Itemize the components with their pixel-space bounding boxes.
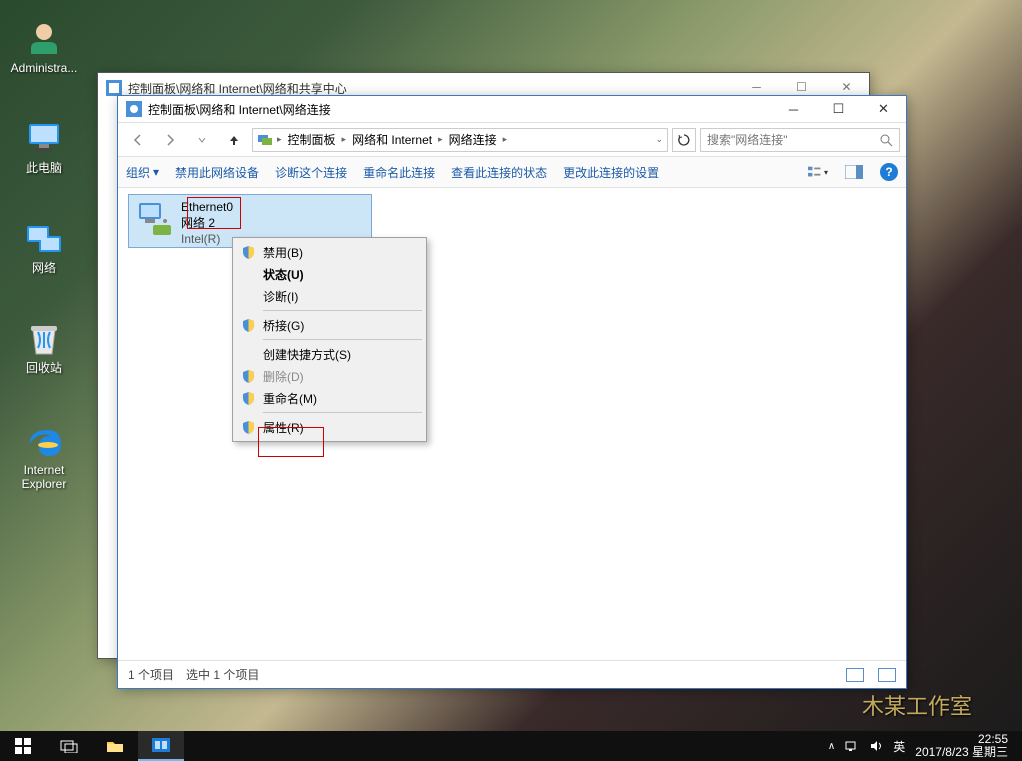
desktop-icon-administra[interactable]: Administra... [8, 18, 80, 76]
recent-dropdown[interactable] [188, 127, 216, 153]
icon-label: 回收站 [8, 362, 80, 376]
task-view-button[interactable] [46, 731, 92, 761]
menu-item[interactable]: 桥接(G) [235, 314, 424, 336]
preview-pane-button[interactable] [844, 162, 864, 182]
organize-button[interactable]: 组织 ▾ [126, 164, 159, 181]
shield-icon [241, 318, 256, 333]
menu-separator [263, 310, 422, 311]
adapter-name: Ethernet0 [181, 199, 233, 215]
disable-device-button[interactable]: 禁用此网络设备 [175, 164, 259, 181]
view-options-button[interactable]: ▾ [808, 162, 828, 182]
taskbar[interactable]: ∧ 英 22:55 2017/8/23 星期三 [0, 731, 1022, 761]
icon [23, 318, 65, 360]
search-icon [879, 133, 893, 147]
selected-count: 选中 1 个项目 [186, 666, 259, 683]
up-button[interactable] [220, 127, 248, 153]
menu-item-label: 诊断(I) [263, 288, 298, 305]
menu-item-label: 重命名(M) [263, 390, 317, 407]
close-button[interactable]: ✕ [861, 96, 906, 122]
icon [23, 420, 65, 462]
view-status-button[interactable]: 查看此连接的状态 [451, 164, 547, 181]
system-tray: ∧ 英 22:55 2017/8/23 星期三 [820, 733, 1022, 759]
menu-item-label: 禁用(B) [263, 244, 303, 261]
icon [23, 118, 65, 160]
desktop-icon-[interactable]: 网络 [8, 218, 80, 276]
menu-separator [263, 339, 422, 340]
window-title: 控制面板\网络和 Internet\网络连接 [148, 101, 331, 118]
menu-item[interactable]: 创建快捷方式(S) [235, 343, 424, 365]
menu-item[interactable]: 重命名(M) [235, 387, 424, 409]
address-bar[interactable]: ▸ 控制面板 ▸ 网络和 Internet ▸ 网络连接 ▸ ⌄ [252, 128, 668, 152]
desktop-icon-[interactable]: 此电脑 [8, 118, 80, 176]
context-menu: 禁用(B) 状态(U) 诊断(I) 桥接(G) 创建快捷方式(S) 删除(D) 重命名(M)… [232, 237, 427, 442]
control-panel-taskbar-button[interactable] [138, 731, 184, 761]
ime-indicator[interactable]: 英 [893, 738, 905, 755]
shield-icon [241, 369, 256, 384]
navigation-bar: ▸ 控制面板 ▸ 网络和 Internet ▸ 网络连接 ▸ ⌄ 搜索"网络连接… [118, 122, 906, 156]
adapter-network: 网络 2 [181, 215, 233, 231]
network-adapter-icon [135, 199, 175, 239]
tray-expand-icon[interactable]: ∧ [828, 741, 835, 752]
watermark: 木某工作室 [862, 689, 972, 721]
status-bar: 1 个项目 选中 1 个项目 [118, 660, 906, 688]
menu-item-label: 创建快捷方式(S) [263, 346, 351, 363]
item-count: 1 个项目 [128, 666, 174, 683]
menu-item-label: 删除(D) [263, 368, 304, 385]
breadcrumb-item[interactable]: 网络连接 [443, 131, 503, 148]
chevron-down-icon: ▾ [153, 165, 159, 179]
shield-icon [241, 420, 256, 435]
volume-icon[interactable] [869, 739, 883, 753]
desktop-icon-[interactable]: 回收站 [8, 318, 80, 376]
search-placeholder: 搜索"网络连接" [707, 131, 788, 148]
details-view-icon[interactable] [846, 668, 864, 682]
icon-label: 网络 [8, 262, 80, 276]
help-button[interactable]: ? [880, 163, 898, 181]
network-connections-icon [257, 132, 273, 148]
search-input[interactable]: 搜索"网络连接" [700, 128, 900, 152]
icon [23, 18, 65, 60]
back-button[interactable] [124, 127, 152, 153]
shield-icon [241, 245, 256, 260]
menu-item-label: 桥接(G) [263, 317, 304, 334]
menu-separator [263, 412, 422, 413]
breadcrumb-item[interactable]: 控制面板 [282, 131, 342, 148]
diagnose-button[interactable]: 诊断这个连接 [275, 164, 347, 181]
icon [23, 218, 65, 260]
menu-item[interactable]: 诊断(I) [235, 285, 424, 307]
menu-item: 删除(D) [235, 365, 424, 387]
menu-item-label: 状态(U) [263, 266, 304, 283]
menu-item[interactable]: 状态(U) [235, 263, 424, 285]
control-panel-icon [126, 101, 142, 117]
menu-item-label: 属性(R) [263, 419, 304, 436]
start-button[interactable] [0, 731, 46, 761]
command-bar: 组织 ▾ 禁用此网络设备 诊断这个连接 重命名此连接 查看此连接的状态 更改此连… [118, 156, 906, 188]
clock-date: 2017/8/23 星期三 [915, 746, 1008, 759]
window-title: 控制面板\网络和 Internet\网络和共享中心 [128, 80, 347, 97]
shield-icon [241, 391, 256, 406]
taskbar-clock[interactable]: 22:55 2017/8/23 星期三 [915, 733, 1014, 759]
file-explorer-button[interactable] [92, 731, 138, 761]
maximize-button[interactable]: ☐ [816, 96, 861, 122]
breadcrumb-item[interactable]: 网络和 Internet [346, 131, 438, 148]
icon-label: Internet Explorer [8, 464, 80, 492]
menu-item[interactable]: 禁用(B) [235, 241, 424, 263]
rename-button[interactable]: 重命名此连接 [363, 164, 435, 181]
minimize-button[interactable]: ─ [771, 96, 816, 122]
large-icons-view-icon[interactable] [878, 668, 896, 682]
change-settings-button[interactable]: 更改此连接的设置 [563, 164, 659, 181]
desktop-icon-internetexplorer[interactable]: Internet Explorer [8, 420, 80, 492]
refresh-button[interactable] [672, 128, 696, 152]
icon-label: 此电脑 [8, 162, 80, 176]
menu-item[interactable]: 属性(R) [235, 416, 424, 438]
chevron-right-icon: ▸ [503, 134, 508, 145]
adapter-device: Intel(R) [181, 231, 233, 247]
network-tray-icon[interactable] [845, 739, 859, 753]
icon-label: Administra... [8, 62, 80, 76]
dropdown-icon[interactable]: ⌄ [655, 134, 663, 145]
forward-button[interactable] [156, 127, 184, 153]
control-panel-icon [106, 80, 122, 96]
